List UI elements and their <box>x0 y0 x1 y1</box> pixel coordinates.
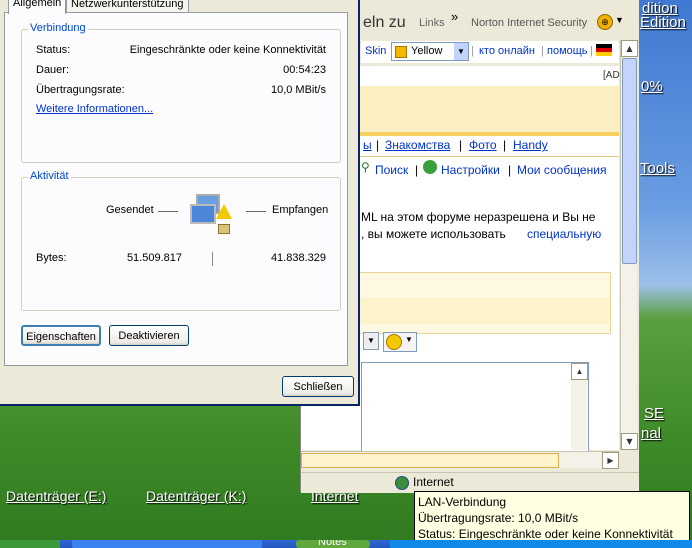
sent-line <box>158 211 178 212</box>
font-select[interactable]: ▼ <box>363 332 379 350</box>
search-icon[interactable]: ⚲ <box>361 160 370 174</box>
scroll-right-button[interactable]: ▶ <box>602 452 619 469</box>
messages-link[interactable]: Мои сообщения <box>517 163 606 177</box>
bytes-sent: 51.509.817 <box>126 252 182 264</box>
separator: | <box>376 138 380 152</box>
bytes-received: 41.838.329 <box>270 252 326 264</box>
connection-group: Verbindung Status: Eingeschränkte oder k… <box>21 22 341 163</box>
start-button[interactable] <box>0 540 60 548</box>
settings-icon[interactable] <box>423 160 437 174</box>
smiley-icon <box>386 334 402 350</box>
textarea-scrollbar[interactable]: ▲ <box>571 363 588 450</box>
desktop-icon-label[interactable]: Edition <box>640 14 686 31</box>
desktop-icon-label[interactable]: nal <box>641 425 661 442</box>
activity-legend: Aktivität <box>28 170 71 182</box>
menu-link-dating[interactable]: Знакомства <box>385 138 450 152</box>
system-tray <box>390 540 692 548</box>
menu-link-photo[interactable]: Фото <box>469 138 497 152</box>
dropdown-arrow-icon[interactable]: ▼ <box>615 15 624 25</box>
status-value: Eingeschränkte oder keine Konnektivität <box>129 44 326 56</box>
dropdown-arrow-icon: ▼ <box>405 335 413 344</box>
status-bar <box>301 472 639 493</box>
notice-link[interactable]: специальную <box>527 227 601 241</box>
flag-icon[interactable] <box>596 44 612 56</box>
connection-legend: Verbindung <box>28 22 88 34</box>
network-computers-icon <box>190 192 236 238</box>
status-label: Status: <box>36 44 71 56</box>
settings-link[interactable]: Настройки <box>441 163 500 177</box>
speed-value: 10,0 MBit/s <box>270 84 326 96</box>
internet-zone-icon <box>395 476 409 490</box>
nav-link-who-online[interactable]: кто онлайн <box>479 45 535 57</box>
taskbar: Notes <box>0 540 692 548</box>
globe-icon[interactable]: ⊕ <box>597 14 613 30</box>
h-scroll-thumb[interactable] <box>301 453 559 468</box>
received-line <box>246 211 266 212</box>
nav-link-help[interactable]: помощь <box>547 45 588 57</box>
norton-toolbar-label[interactable]: Norton Internet Security <box>471 17 587 29</box>
scroll-thumb[interactable] <box>622 58 637 264</box>
monitor-front <box>190 204 216 224</box>
skin-select-value: Yellow <box>411 45 443 57</box>
more-info-link[interactable]: Weitere Informationen... <box>36 103 153 115</box>
tab-general[interactable]: Allgemein <box>8 0 67 14</box>
tooltip-speed: Übertragungsrate: 10,0 MBit/s <box>418 511 579 525</box>
separator: | <box>415 163 419 177</box>
desktop-icon-drive-e[interactable]: Datenträger (E:) <box>6 488 106 504</box>
separator: | <box>508 163 512 177</box>
taskbar-task-notes[interactable]: Notes <box>296 540 370 548</box>
bytes-divider <box>212 252 213 266</box>
tooltip-title: LAN-Verbindung <box>418 495 507 509</box>
separator: | <box>471 45 474 57</box>
lan-status-dialog: Allgemein Netzwerkunterstützung Verbindu… <box>0 0 360 406</box>
general-tab-page: Verbindung Status: Eingeschränkte oder k… <box>4 12 348 366</box>
warning-icon <box>216 204 232 219</box>
scroll-down-button[interactable]: ▼ <box>621 433 638 450</box>
toolbar-fragment: eln zu <box>363 14 406 31</box>
notice-line: ML на этом форуме неразрешена и Вы не <box>361 210 596 224</box>
links-chevron[interactable]: » <box>451 9 458 24</box>
desktop-icon-label[interactable]: Tools <box>640 160 675 177</box>
network-tooltip: LAN-Verbindung Übertragungsrate: 10,0 MB… <box>414 491 690 544</box>
desktop-icon-drive-k[interactable]: Datenträger (K:) <box>146 488 246 504</box>
properties-button[interactable]: Eigenschaften <box>21 325 101 346</box>
sent-label: Gesendet <box>106 204 154 216</box>
duration-value: 00:54:23 <box>283 64 326 76</box>
form-strip <box>359 298 609 324</box>
menu-link-handy[interactable]: Handy <box>513 138 548 152</box>
horizontal-scrollbar[interactable]: ▶ <box>301 451 619 469</box>
taskbar-task[interactable] <box>72 540 262 548</box>
separator: | <box>541 45 544 57</box>
scroll-up-button[interactable]: ▲ <box>571 363 588 380</box>
disable-button[interactable]: Deaktivieren <box>109 325 189 346</box>
status-zone: Internet <box>413 475 454 489</box>
ad-fragment: [AD <box>603 70 620 81</box>
message-textarea[interactable] <box>361 362 589 452</box>
scroll-up-button[interactable]: ▲ <box>621 40 638 57</box>
search-link[interactable]: Поиск <box>375 163 408 177</box>
desktop-icon-label[interactable]: 0% <box>641 78 663 95</box>
desktop-icon-label[interactable]: SE <box>644 405 664 422</box>
skin-swatch <box>395 46 407 58</box>
skin-select[interactable]: Yellow ▼ <box>391 42 469 61</box>
menu-link[interactable]: ы <box>363 138 372 152</box>
page-scrollbar[interactable]: ▲ ▼ <box>620 40 638 450</box>
close-button[interactable]: Schließen <box>282 376 354 397</box>
skin-label: Skin <box>365 45 387 57</box>
links-label[interactable]: Links <box>419 17 445 29</box>
separator: | <box>459 138 463 152</box>
bytes-label: Bytes: <box>36 252 67 264</box>
notice-line: , вы можете использовать <box>361 227 506 241</box>
received-label: Empfangen <box>272 204 329 216</box>
speed-label: Übertragungsrate: <box>36 84 125 96</box>
taskbar-task-label: Notes <box>318 540 347 548</box>
duration-label: Dauer: <box>36 64 70 76</box>
activity-group: Aktivität Gesendet Empfangen Bytes: 51.5… <box>21 170 341 311</box>
network-plug <box>218 224 230 234</box>
separator: | <box>503 138 507 152</box>
smiley-button[interactable]: ▼ <box>383 332 417 352</box>
select-arrow-icon[interactable]: ▼ <box>454 43 468 60</box>
separator: | <box>590 45 593 57</box>
